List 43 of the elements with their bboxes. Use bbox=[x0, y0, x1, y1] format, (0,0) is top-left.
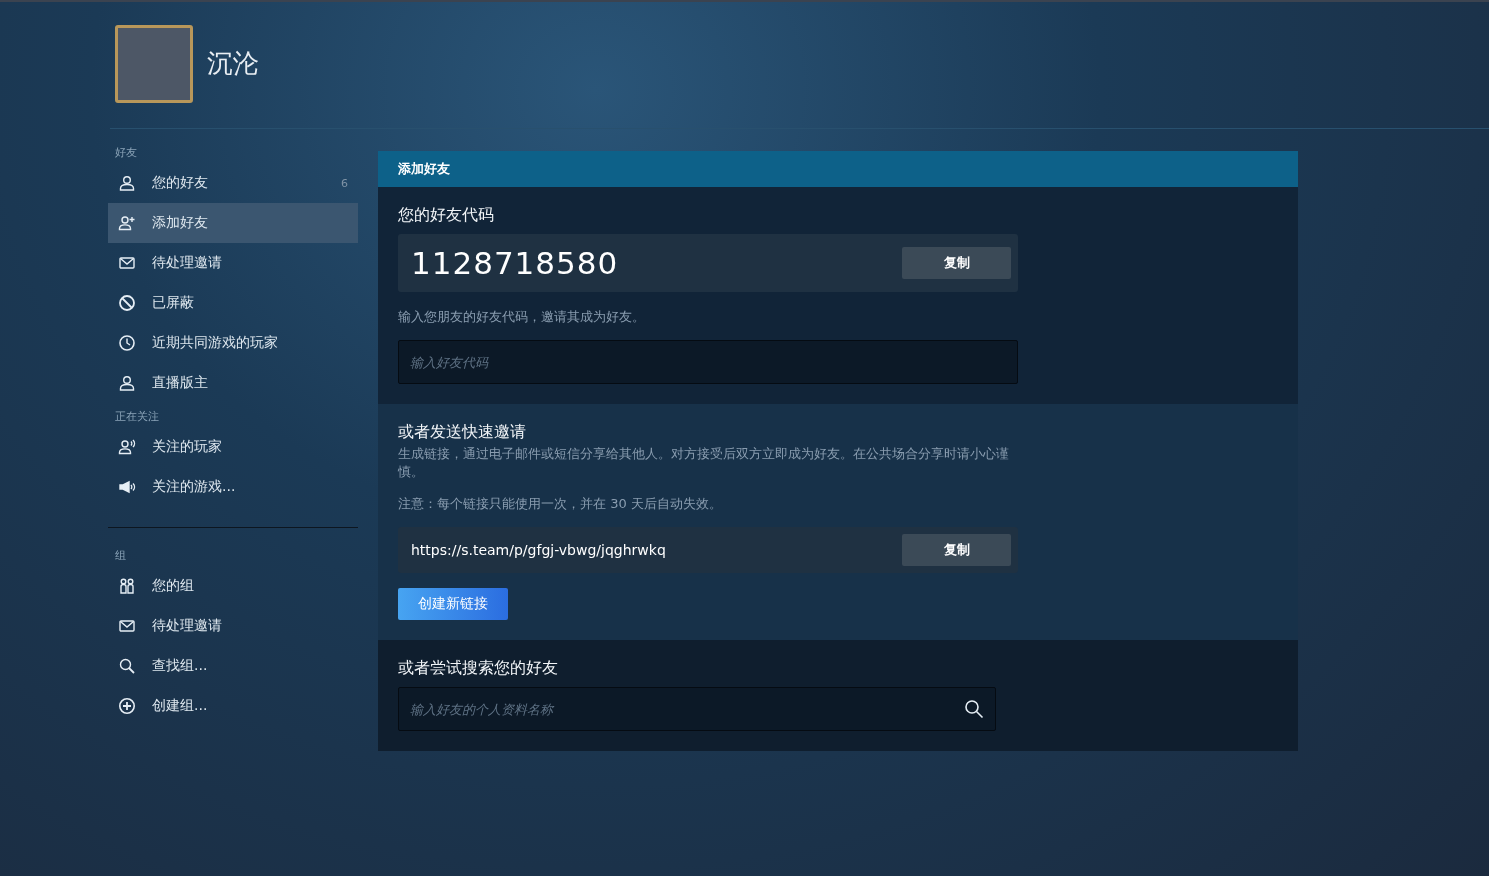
sidebar-item[interactable]: 您的组 bbox=[108, 566, 358, 606]
section-heading: 组 bbox=[114, 548, 127, 564]
section-title: 或者尝试搜索您的好友 bbox=[398, 658, 559, 679]
profile-name: 沉沦 bbox=[207, 47, 259, 80]
person-plus-icon bbox=[118, 214, 136, 232]
sidebar-item[interactable]: 您的好友 6 bbox=[108, 163, 358, 203]
sidebar-item[interactable]: 创建组... bbox=[108, 686, 358, 726]
description-text: 生成链接，通过电子邮件或短信分享给其他人。对方接受后双方立即成为好友。在公共场合分享时请小心谨慎。 bbox=[398, 445, 1010, 481]
ban-icon bbox=[118, 294, 136, 312]
sidebar-item[interactable]: 关注的游戏... bbox=[108, 467, 358, 507]
sidebar-item[interactable]: 查找组... bbox=[108, 646, 358, 686]
panel-title: 添加好友 bbox=[378, 151, 1298, 187]
friend-count: 6 bbox=[341, 176, 348, 190]
section-heading: 好友 bbox=[114, 145, 138, 161]
copy-button[interactable]: 复制 bbox=[902, 247, 1011, 279]
hint-text: 输入您朋友的好友代码，邀请其成为好友。 bbox=[398, 308, 646, 326]
search-icon bbox=[118, 657, 136, 675]
sidebar-item[interactable]: 直播版主 bbox=[108, 363, 358, 403]
plus-icon bbox=[118, 697, 136, 715]
section-heading: 正在关注 bbox=[114, 409, 160, 425]
sidebar-item[interactable]: 已屏蔽 bbox=[108, 283, 358, 323]
sidebar-item[interactable]: 待处理邀请 bbox=[108, 606, 358, 646]
sidebar-item[interactable]: 近期共同游戏的玩家 bbox=[108, 323, 358, 363]
search-field[interactable]: 输入好友的个人资料名称 bbox=[398, 687, 996, 731]
person-wave-icon bbox=[118, 438, 136, 456]
create-link-button[interactable]: 创建新链接 bbox=[398, 588, 508, 620]
sidebar-item[interactable]: 关注的玩家 bbox=[108, 427, 358, 467]
note-text: 注意：每个链接只能使用一次，并在 30 天后自动失效。 bbox=[398, 495, 723, 513]
envelope-icon bbox=[118, 617, 136, 635]
friend-code: 1128718580 bbox=[411, 245, 619, 281]
envelope-icon bbox=[118, 254, 136, 272]
sidebar-item[interactable]: 添加好友 bbox=[108, 203, 358, 243]
clock-icon bbox=[118, 334, 136, 352]
group-icon bbox=[118, 577, 136, 595]
sidebar-item[interactable]: 待处理邀请 bbox=[108, 243, 358, 283]
search-icon bbox=[964, 699, 984, 719]
person-icon bbox=[118, 374, 136, 392]
copy-button[interactable]: 复制 bbox=[902, 534, 1011, 566]
person-icon bbox=[118, 174, 136, 192]
friend-code-input[interactable]: 输入好友代码 bbox=[398, 340, 1018, 384]
section-title: 您的好友代码 bbox=[398, 205, 495, 226]
megaphone-icon bbox=[118, 478, 136, 496]
section-title: 或者发送快速邀请 bbox=[398, 422, 527, 443]
